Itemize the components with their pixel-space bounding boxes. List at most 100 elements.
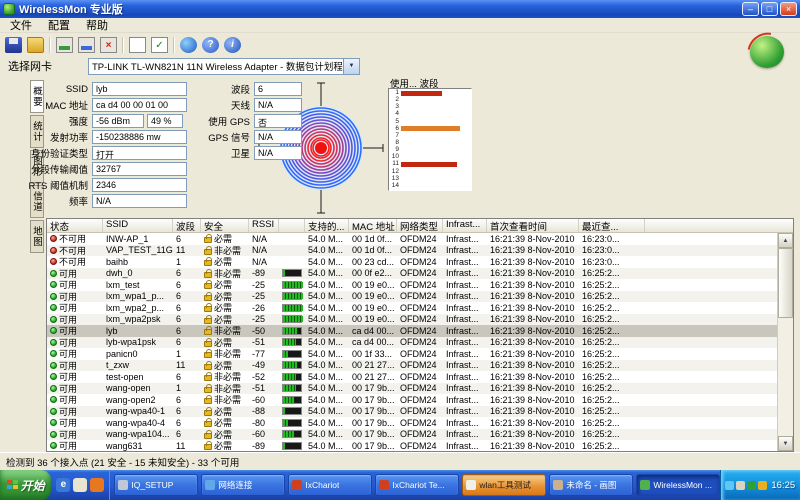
taskbar-button-0[interactable]: IQ_SETUP — [114, 474, 198, 496]
column-header-5[interactable] — [279, 219, 305, 232]
taskbar-button-1[interactable]: 网络连接 — [201, 474, 285, 496]
taskbar-button-2[interactable]: IxChariot — [288, 474, 372, 496]
column-header-7[interactable]: MAC 地址 — [349, 219, 397, 232]
map-globe-icon[interactable] — [180, 37, 197, 53]
cell-ssid: lxm_test — [103, 279, 173, 291]
field-value: 6 — [254, 82, 302, 96]
open-icon[interactable] — [27, 37, 44, 53]
table-scrollbar[interactable]: ▲ ▼ — [777, 233, 793, 451]
media-player-icon[interactable] — [90, 478, 104, 492]
column-header-1[interactable]: SSID — [103, 219, 173, 232]
show-desktop-icon[interactable] — [73, 478, 87, 492]
table-row[interactable]: 可用dwh_06非必需-8954.0 M...00 0f e2...OFDM24… — [47, 268, 777, 280]
menu-item-0[interactable]: 文件 — [2, 17, 40, 33]
table-row[interactable]: 可用lxm_wpa1_p...6必需-2554.0 M...00 19 e0..… — [47, 291, 777, 303]
table-row[interactable]: 可用wang-wpa40-16必需-8854.0 M...00 17 9b...… — [47, 406, 777, 418]
summary-field-row: SSIDlyb — [8, 82, 187, 96]
column-header-2[interactable]: 波段 — [173, 219, 201, 232]
column-header-9[interactable]: Infrast... — [443, 219, 487, 232]
disconnect-adapter-icon[interactable] — [100, 37, 117, 53]
menu-item-2[interactable]: 帮助 — [78, 17, 116, 33]
cell-infrastructure: Infrast... — [443, 429, 487, 441]
cell-status: 可用 — [47, 279, 103, 291]
table-row[interactable]: 不可用VAP_TEST_11G11非必需N/A54.0 M...00 1d 0f… — [47, 245, 777, 257]
table-row[interactable]: 可用t_zxw11必需-4954.0 M...00 21 27...OFDM24… — [47, 360, 777, 372]
table-row[interactable]: 可用wang-wpa104...6必需-6054.0 M...00 17 9b.… — [47, 429, 777, 441]
cell-security: 非必需 — [201, 348, 249, 360]
security-label: 必需 — [214, 337, 232, 349]
checklist-icon[interactable] — [151, 37, 168, 53]
table-row[interactable]: 可用lxm_test6必需-2554.0 M...00 19 e0...OFDM… — [47, 279, 777, 291]
column-header-4[interactable]: RSSI — [249, 219, 279, 232]
taskbar-button-3[interactable]: IxChariot Te... — [375, 474, 459, 496]
table-row[interactable]: 可用wang63111必需-8954.0 M...00 17 9b...OFDM… — [47, 440, 777, 451]
column-header-filler — [645, 219, 793, 232]
adapter-combobox[interactable]: TP-LINK TL-WN821N 11N Wireless Adapter -… — [88, 58, 360, 75]
scroll-up-icon[interactable]: ▲ — [778, 233, 793, 248]
about-info-icon[interactable] — [224, 37, 241, 53]
table-row[interactable]: 可用lxm_wpa2psk6必需-2554.0 M...00 19 e0...O… — [47, 314, 777, 326]
status-icon — [50, 350, 57, 357]
lock-icon — [204, 375, 212, 381]
scrollbar-thumb[interactable] — [778, 248, 793, 318]
side-tab-4[interactable]: 地图 — [30, 220, 44, 253]
column-header-6[interactable]: 支持的... — [305, 219, 349, 232]
adapter-row: 选择网卡 TP-LINK TL-WN821N 11N Wireless Adap… — [0, 56, 800, 76]
tray-antivirus-icon[interactable] — [747, 481, 756, 490]
tray-network-icon[interactable] — [725, 481, 734, 490]
tray-volume-icon[interactable] — [736, 481, 745, 490]
log-page-icon[interactable] — [129, 37, 146, 53]
menu-item-1[interactable]: 配置 — [40, 17, 78, 33]
reload-adapter-icon[interactable] — [78, 37, 95, 53]
cell-channel: 6 — [173, 417, 201, 429]
column-header-10[interactable]: 首次查看时间 — [487, 219, 579, 232]
ie-icon[interactable]: e — [56, 478, 70, 492]
column-header-0[interactable]: 状态 — [47, 219, 103, 232]
cell-signal-graph — [279, 360, 305, 372]
cell-supported-rate: 54.0 M... — [305, 268, 349, 280]
start-button[interactable]: 开始 — [0, 470, 51, 500]
cell-first-seen: 16:21:39 8-Nov-2010 — [487, 440, 579, 451]
save-icon[interactable] — [5, 37, 22, 53]
column-header-8[interactable]: 网络类型 — [397, 219, 443, 232]
taskbar-button-6[interactable]: WirelessMon ... — [636, 474, 720, 496]
adapter-card-icon[interactable] — [56, 37, 73, 53]
table-row[interactable]: 可用lxm_wpa2_p...6必需-2654.0 M...00 19 e0..… — [47, 302, 777, 314]
field-value: N/A — [254, 98, 302, 112]
taskbar-button-4[interactable]: wlan工具测试 — [462, 474, 546, 496]
cell-first-seen: 16:21:39 8-Nov-2010 — [487, 302, 579, 314]
tray-update-icon[interactable] — [758, 481, 767, 490]
column-header-3[interactable]: 安全 — [201, 219, 249, 232]
cell-security: 必需 — [201, 233, 249, 245]
minimize-button[interactable]: – — [742, 2, 759, 16]
close-button[interactable]: × — [780, 2, 797, 16]
channel-label: 10 — [390, 154, 399, 160]
cell-first-seen: 16:21:39 8-Nov-2010 — [487, 348, 579, 360]
table-row[interactable]: 可用wang-open1非必需-5154.0 M...00 17 9b...OF… — [47, 383, 777, 395]
field-value: -150238886 mw — [92, 130, 187, 144]
table-row[interactable]: 可用lyb-wpa1psk6必需-5154.0 M...ca d4 00...O… — [47, 337, 777, 349]
cell-infrastructure: Infrast... — [443, 440, 487, 451]
title-bar: WirelessMon 专业版 – □ × — [0, 0, 800, 18]
lock-icon — [204, 318, 212, 324]
table-row[interactable]: 可用wang-open26非必需-6054.0 M...00 17 9b...O… — [47, 394, 777, 406]
table-row[interactable]: 可用lyb6非必需-5054.0 M...ca d4 00...OFDM24In… — [47, 325, 777, 337]
table-row[interactable]: 可用wang-wpa40-46必需-8054.0 M...00 17 9b...… — [47, 417, 777, 429]
status-label: 可用 — [59, 302, 77, 314]
combo-dropdown-icon[interactable]: ▼ — [343, 59, 359, 74]
taskbar-button-5[interactable]: 未命名 - 画图 — [549, 474, 633, 496]
table-row[interactable]: 可用panicn01非必需-7754.0 M...00 1f 33...OFDM… — [47, 348, 777, 360]
maximize-button[interactable]: □ — [761, 2, 778, 16]
cell-supported-rate: 54.0 M... — [305, 394, 349, 406]
scroll-down-icon[interactable]: ▼ — [778, 436, 793, 451]
channel-label: 12 — [390, 169, 399, 175]
table-row[interactable]: 不可用baihb1必需N/A54.0 M...00 23 cd...OFDM24… — [47, 256, 777, 268]
security-label: 非必需 — [214, 245, 241, 257]
help-icon[interactable] — [202, 37, 219, 53]
column-header-11[interactable]: 最近查... — [579, 219, 645, 232]
status-label: 可用 — [59, 383, 77, 395]
channel-row-11: 11 — [390, 161, 470, 167]
table-row[interactable]: 不可用INW-AP_16必需N/A54.0 M...00 1d 0f...OFD… — [47, 233, 777, 245]
cell-mac: 00 1d 0f... — [349, 233, 397, 245]
table-row[interactable]: 可用test-open6非必需-5254.0 M...00 21 27...OF… — [47, 371, 777, 383]
